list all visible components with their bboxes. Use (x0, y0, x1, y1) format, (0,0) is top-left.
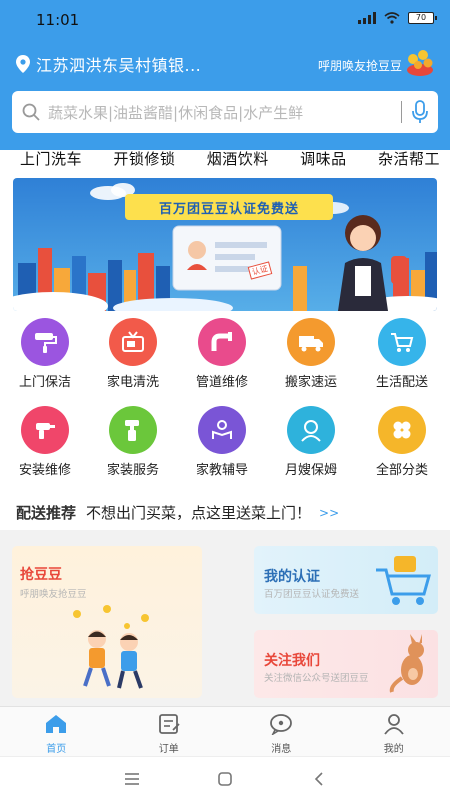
quick-tab[interactable]: 杂活帮工 (378, 148, 440, 172)
recommend-more-link[interactable]: >> (319, 506, 339, 520)
location-text: 江苏泗洪东吴村镇银... (36, 56, 202, 75)
service-item-nanny[interactable]: 月嫂保姆 (266, 406, 356, 478)
clover-icon (378, 406, 426, 454)
order-icon (158, 714, 180, 734)
service-label: 家教辅导 (195, 463, 248, 478)
recommend-text: 不想出门买菜，点这里送菜上门！ (86, 504, 312, 522)
search-icon (22, 103, 40, 121)
service-item-all-categories[interactable]: 全部分类 (357, 406, 447, 478)
location-pin-icon (16, 55, 30, 73)
quick-tab[interactable]: 开锁修锁 (113, 148, 175, 172)
feature-cards-area: 抢豆豆 呼朋唤友抢豆豆 我的认证 百万团豆豆认证免费送 关注我们 关注微信公众号… (0, 530, 450, 706)
tab-label: 消息 (271, 744, 292, 755)
cart-icon (378, 318, 426, 366)
tab-label: 首页 (46, 744, 67, 755)
follow-us-card[interactable]: 关注我们 关注微信公众号送团豆豆 (254, 630, 438, 698)
service-label: 安装维修 (18, 463, 71, 478)
shopping-cart-icon (376, 556, 431, 605)
service-label: 全部分类 (375, 463, 428, 478)
bottom-tab-bar: 首页 订单 消息 我的 (0, 706, 450, 756)
tv-icon (109, 318, 157, 366)
system-nav-bar (0, 756, 450, 800)
tab-label: 我的 (383, 744, 404, 755)
service-item-moving[interactable]: 搬家速运 (266, 318, 356, 390)
service-label: 生活配送 (375, 375, 428, 390)
tutor-icon (198, 406, 246, 454)
status-icons: 70 (358, 12, 437, 24)
tab-profile[interactable]: 我的 (338, 707, 450, 756)
service-item-installation[interactable]: 安装维修 (0, 406, 90, 478)
truck-icon (287, 318, 335, 366)
service-item-appliance-cleaning[interactable]: 家电清洗 (88, 318, 178, 390)
message-icon (270, 714, 293, 737)
quick-category-tabs: 上门洗车 开锁修锁 烟酒饮料 调味品 杂活帮工 (0, 148, 450, 172)
quick-tab[interactable]: 上门洗车 (20, 148, 82, 172)
kangaroo-icon (389, 634, 424, 693)
back-icon[interactable] (309, 769, 329, 789)
service-label: 搬家速运 (284, 375, 337, 390)
tab-messages[interactable]: 消息 (225, 707, 338, 756)
quick-tab[interactable]: 调味品 (300, 148, 347, 172)
service-item-pipe-repair[interactable]: 管道维修 (177, 318, 267, 390)
microphone-icon[interactable] (412, 100, 428, 124)
delivery-recommend-row[interactable]: 配送推荐 不想出门买菜，点这里送菜上门！ >> (16, 502, 446, 523)
my-auth-card[interactable]: 我的认证 百万团豆豆认证免费送 (254, 546, 438, 614)
service-item-decoration[interactable]: 家装服务 (88, 406, 178, 478)
search-bar[interactable]: 蔬菜水果|油盐酱醋|休闲食品|水产生鲜 (12, 91, 438, 133)
service-label: 上门保洁 (18, 375, 71, 390)
profile-icon (384, 714, 404, 735)
signal-icon (358, 12, 376, 24)
status-time: 11:01 (36, 11, 80, 29)
service-label: 家电清洗 (106, 375, 159, 390)
bean-bag-icon[interactable] (404, 46, 436, 78)
grab-beans-title: 抢豆豆 (20, 567, 62, 583)
home-square-icon[interactable] (215, 769, 235, 789)
paint-brush-icon (109, 406, 157, 454)
wifi-icon (384, 12, 400, 24)
service-label: 管道维修 (195, 375, 248, 390)
home-icon (46, 715, 67, 733)
tab-home[interactable]: 首页 (0, 707, 113, 756)
tab-orders[interactable]: 订单 (113, 707, 226, 756)
drill-icon (21, 406, 69, 454)
grab-beans-card[interactable]: 抢豆豆 呼朋唤友抢豆豆 (12, 546, 202, 698)
promo-banner[interactable]: 百万团豆豆认证免费送 认证 (13, 178, 437, 311)
service-row: 上门保洁 家电清洗 管道维修 搬家速运 生活配送 (0, 318, 450, 400)
banner-headline: 百万团豆豆认证免费送 (158, 202, 299, 217)
service-label: 家装服务 (106, 463, 159, 478)
location-selector[interactable]: 江苏泗洪东吴村镇银... (16, 52, 201, 76)
menu-icon[interactable] (122, 769, 142, 789)
recommend-title: 配送推荐 (16, 504, 77, 522)
status-bar: 11:01 70 (0, 0, 450, 40)
follow-us-subtitle: 关注微信公众号送团豆豆 (264, 673, 369, 684)
service-item-tutoring[interactable]: 家教辅导 (177, 406, 267, 478)
kids-illustration (73, 605, 149, 689)
invite-link[interactable]: 呼朋唤友抢豆豆 (318, 57, 402, 74)
quick-tab[interactable]: 烟酒饮料 (207, 148, 269, 172)
tab-label: 订单 (158, 744, 179, 755)
battery-icon: 70 (408, 12, 437, 24)
service-item-delivery[interactable]: 生活配送 (357, 318, 447, 390)
my-auth-title: 我的认证 (264, 569, 320, 585)
paint-roller-icon (21, 318, 69, 366)
service-item-cleaning[interactable]: 上门保洁 (0, 318, 90, 390)
pipe-icon (198, 318, 246, 366)
my-auth-subtitle: 百万团豆豆认证免费送 (264, 589, 360, 600)
follow-us-title: 关注我们 (264, 653, 320, 669)
search-divider (401, 101, 402, 123)
search-input[interactable]: 蔬菜水果|油盐酱醋|休闲食品|水产生鲜 (48, 102, 401, 123)
service-label: 月嫂保姆 (284, 463, 337, 478)
nanny-icon (287, 406, 335, 454)
grab-beans-subtitle: 呼朋唤友抢豆豆 (20, 589, 87, 600)
service-row: 安装维修 家装服务 家教辅导 月嫂保姆 全部分类 (0, 406, 450, 488)
